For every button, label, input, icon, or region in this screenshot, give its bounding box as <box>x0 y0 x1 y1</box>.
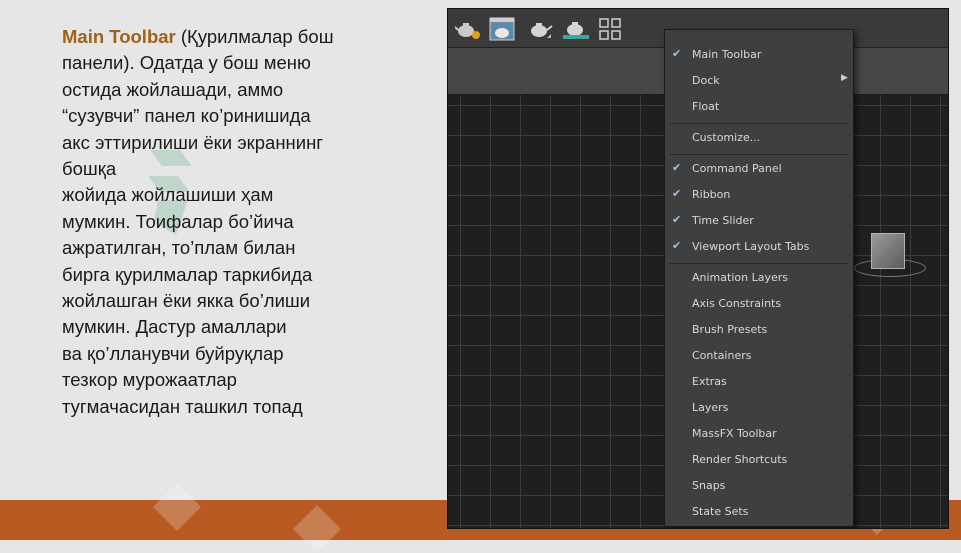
menu-item-label: Extras <box>692 375 727 388</box>
text-line: акс эттирилиши ёки экраннинг <box>62 131 324 153</box>
menu-item-label: State Sets <box>692 505 749 518</box>
menu-item-massfx-toolbar[interactable]: MassFX Toolbar <box>665 423 853 445</box>
band-diamond <box>292 504 342 553</box>
menu-item-containers[interactable]: Containers <box>665 345 853 367</box>
menu-item-animation-layers[interactable]: Animation Layers <box>665 267 853 289</box>
teapot-gear-icon[interactable] <box>454 16 482 42</box>
menu-item-label: Command Panel <box>692 162 782 175</box>
text-line: мумкин. Дастур амаллари <box>62 316 287 338</box>
render-frame-icon[interactable] <box>488 16 516 42</box>
menu-item-label: Brush Presets <box>692 323 768 336</box>
menu-item-label: Viewport Layout Tabs <box>692 240 810 253</box>
menu-item-label: Layers <box>692 401 729 414</box>
text-line: жойлашган ёки якка бо’лиши <box>62 290 311 312</box>
menu-item-label: Customize... <box>692 131 761 144</box>
menu-item-label: Axis Constraints <box>692 297 782 310</box>
menu-separator <box>669 123 849 124</box>
menu-item-float[interactable]: Float <box>665 96 853 118</box>
band-diamond <box>152 482 202 532</box>
menu-item-render-shortcuts[interactable]: Render Shortcuts <box>665 449 853 471</box>
main-toolbar-term: Main Toolbar <box>62 26 176 47</box>
menu-item-time-slider[interactable]: ✔ Time Slider <box>665 210 853 232</box>
text-line: Main Toolbar (Қурилмалар бош <box>62 24 432 50</box>
menu-item-dock[interactable]: Dock ▶ <box>665 70 853 92</box>
text-line: бирга қурилмалар таркибида <box>62 263 313 285</box>
text-line: ва қо’лланувчи буйруқлар <box>62 342 284 364</box>
teapot-active-render-icon[interactable] <box>562 16 590 42</box>
menu-item-command-panel[interactable]: ✔ Command Panel <box>665 158 853 180</box>
menu-item-label: Main Toolbar <box>692 48 762 61</box>
menu-item-state-sets[interactable]: State Sets <box>665 501 853 523</box>
menu-item-main-toolbar[interactable]: ✔ Main Toolbar <box>665 44 853 66</box>
menu-item-label: Snaps <box>692 479 726 492</box>
submenu-arrow-icon: ▶ <box>841 73 848 83</box>
menu-item-extras[interactable]: Extras <box>665 371 853 393</box>
text-line: тугмачасидан ташкил топад <box>62 395 303 417</box>
text-line: панели). Одатда у бош меню <box>62 52 311 74</box>
menu-item-layers[interactable]: Layers <box>665 397 853 419</box>
menu-item-viewport-layout-tabs[interactable]: ✔ Viewport Layout Tabs <box>665 236 853 258</box>
menu-item-label: Ribbon <box>692 188 731 201</box>
menu-item-label: Dock <box>692 74 720 87</box>
text-line: бошқа <box>62 158 117 180</box>
menu-item-customize[interactable]: Customize... <box>665 127 853 149</box>
menu-item-label: Float <box>692 100 720 113</box>
viewcube[interactable] <box>871 233 905 269</box>
menu-item-snaps[interactable]: Snaps <box>665 475 853 497</box>
menu-item-label: Render Shortcuts <box>692 453 788 466</box>
menu-separator <box>669 154 849 155</box>
teapot-render-icon[interactable] <box>526 16 554 42</box>
menu-item-label: MassFX Toolbar <box>692 427 777 440</box>
app-screenshot: ✔ Main Toolbar Dock ▶ Float Customize... ✔ Comm… <box>447 8 949 529</box>
text-line: жойида жойлашиши ҳам <box>62 184 274 206</box>
menu-separator <box>669 263 849 264</box>
layout-grid-icon[interactable] <box>596 16 624 42</box>
menu-item-brush-presets[interactable]: Brush Presets <box>665 319 853 341</box>
menu-item-label: Time Slider <box>692 214 754 227</box>
checkmark-icon: ✔ <box>672 47 682 60</box>
menu-item-axis-constraints[interactable]: Axis Constraints <box>665 293 853 315</box>
text-line: остида жойлашади, аммо <box>62 78 284 100</box>
menu-item-label: Containers <box>692 349 752 362</box>
description-text: Main Toolbar (Қурилмалар бош панели). Од… <box>62 24 432 420</box>
checkmark-icon: ✔ <box>672 187 682 200</box>
text-line: “сузувчи” панел ко’ринишида <box>62 105 311 127</box>
text-line: тезкор мурожаатлар <box>62 369 237 391</box>
toolbar-context-menu: ✔ Main Toolbar Dock ▶ Float Customize... ✔ Comm… <box>664 29 854 527</box>
menu-item-label: Animation Layers <box>692 271 788 284</box>
text-line: мумкин. Тоифалар бо’йича <box>62 210 294 232</box>
text-line: ажратилган, то’плам билан <box>62 237 296 259</box>
menu-item-ribbon[interactable]: ✔ Ribbon <box>665 184 853 206</box>
checkmark-icon: ✔ <box>672 213 682 226</box>
checkmark-icon: ✔ <box>672 161 682 174</box>
text-line-1-rest: (Қурилмалар бош <box>175 26 334 47</box>
checkmark-icon: ✔ <box>672 239 682 252</box>
